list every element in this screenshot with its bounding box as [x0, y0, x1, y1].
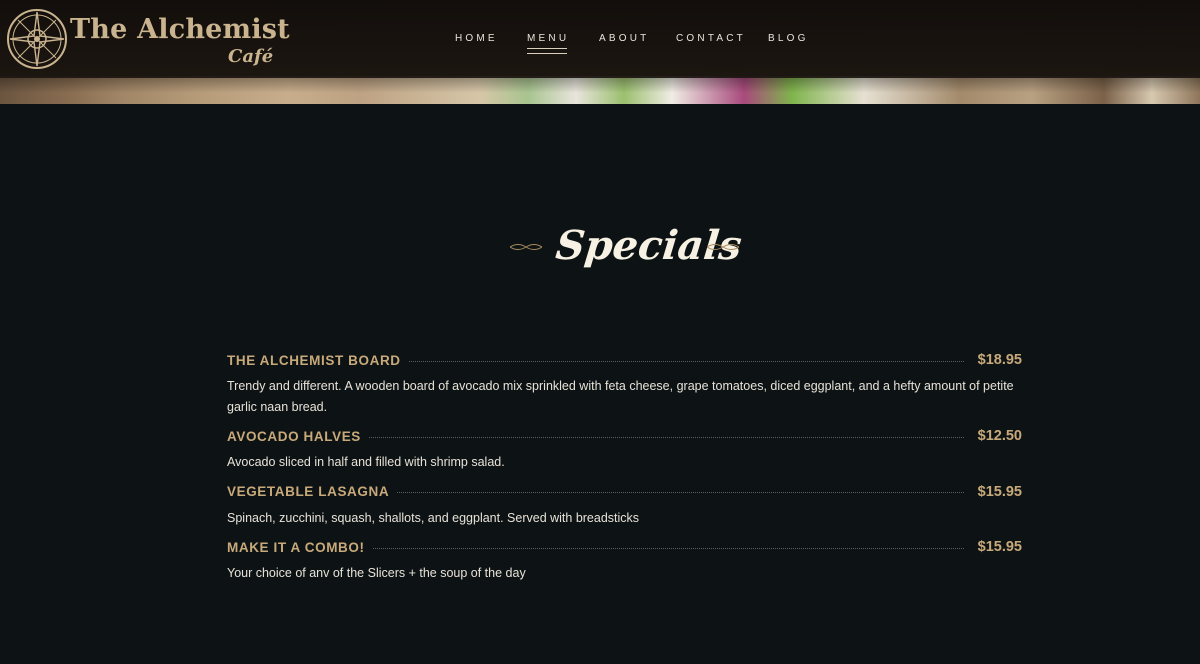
dotted-leader	[372, 547, 964, 549]
site-header: The Alchemist Café HOME MENU ABOUT CONTA…	[0, 0, 1200, 104]
menu-item-name: THE ALCHEMIST BOARD	[227, 352, 401, 368]
menu-item-price: $18.95	[977, 352, 1022, 368]
dotted-leader	[368, 436, 964, 438]
menu-item-name: MAKE IT A COMBO!	[227, 539, 365, 555]
menu-item-row: VEGETABLE LASAGNA $15.95	[227, 480, 1022, 504]
menu-item: MAKE IT A COMBO! $15.95 Your choice of a…	[227, 535, 1022, 584]
menu-item: VEGETABLE LASAGNA $15.95 Spinach, zucchi…	[227, 480, 1022, 529]
menu-item-name: AVOCADO HALVES	[227, 428, 361, 444]
section-heading: Specials	[0, 222, 1200, 278]
menu-item-price: $15.95	[977, 483, 1022, 500]
menu-item-row: THE ALCHEMIST BOARD $18.95	[227, 348, 1022, 372]
nav-item-blog[interactable]: BLOG	[768, 33, 809, 44]
menu-item-price: $15.95	[977, 539, 1022, 555]
specials-menu-list: THE ALCHEMIST BOARD $18.95 Trendy and di…	[227, 348, 1022, 584]
main-nav: HOME MENU ABOUT CONTACT BLOG	[0, 33, 1200, 54]
menu-item: AVOCADO HALVES $12.50 Avocado sliced in …	[227, 424, 1022, 473]
dotted-leader	[397, 492, 964, 493]
menu-item-description: Your choice of anv of the Slicers + the …	[227, 566, 526, 580]
menu-item-row: MAKE IT A COMBO! $15.95	[227, 535, 1022, 559]
nav-item-menu[interactable]: MENU	[527, 33, 569, 54]
nav-item-contact[interactable]: CONTACT	[676, 33, 746, 44]
header-background-photo	[0, 76, 1200, 104]
flourish-left-icon	[510, 244, 542, 250]
dotted-leader	[408, 360, 964, 362]
menu-item: THE ALCHEMIST BOARD $18.95 Trendy and di…	[227, 348, 1022, 417]
menu-item-price: $12.50	[977, 428, 1022, 444]
flourish-right-icon	[707, 244, 739, 250]
menu-item-description: Spinach, zucchini, squash, shallots, and…	[227, 510, 640, 525]
nav-item-about[interactable]: ABOUT	[599, 33, 649, 44]
menu-item-name: VEGETABLE LASAGNA	[227, 484, 390, 499]
page: The Alchemist Café HOME MENU ABOUT CONTA…	[0, 0, 1200, 664]
menu-item-description: Trendy and different. A wooden board of …	[227, 379, 1014, 414]
menu-item-row: AVOCADO HALVES $12.50	[227, 424, 1022, 448]
menu-item-description: Avocado sliced in half and filled with s…	[227, 455, 505, 469]
nav-item-home[interactable]: HOME	[455, 33, 498, 44]
